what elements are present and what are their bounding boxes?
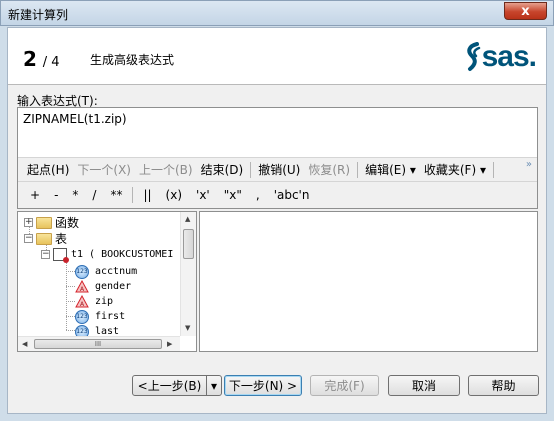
toolbar-separator <box>492 161 494 178</box>
window-title: 新建计算列 <box>8 8 69 22</box>
navigation-toolbar: 起点(H) 下一个(X) 上一个(B) 结束(D) 撤销(U) 恢复(R) 编辑… <box>18 157 537 181</box>
close-button[interactable]: x <box>504 2 547 20</box>
tree-node-table-t1[interactable]: − t1 ( BOOKCUSTOMEI <box>41 247 174 263</box>
edit-menu[interactable]: 编辑(E) ▾ <box>361 161 420 178</box>
tree-connector <box>66 271 75 272</box>
character-column-icon: A <box>75 295 89 308</box>
previous-button[interactable]: 上一个(B) <box>135 161 197 178</box>
favorites-menu[interactable]: 收藏夹(F) ▾ <box>420 161 490 178</box>
tree-connector <box>66 316 75 317</box>
total-steps: / 4 <box>42 55 60 70</box>
column-name: gender <box>95 281 132 292</box>
step-title: 生成高级表达式 <box>90 53 175 67</box>
numeric-column-icon: 123 <box>75 264 89 279</box>
vertical-scrollbar[interactable]: ▲ ▼ <box>180 212 196 336</box>
tree-connector <box>66 258 67 330</box>
back-button[interactable]: <上一步(B) <box>132 375 207 396</box>
collapse-icon[interactable]: − <box>41 250 50 259</box>
column-name: acctnum <box>95 266 138 277</box>
operator-minus-button[interactable]: - <box>47 188 65 202</box>
toolbar-separator <box>250 161 252 178</box>
dialog-client-area: 2 / 4 生成高级表达式 sas. 输入表达式(T): ZIPNAMEL(t1… <box>7 27 547 414</box>
operator-divide-button[interactable]: / <box>85 188 103 202</box>
folder-icon <box>36 216 52 229</box>
collapse-icon[interactable]: − <box>24 234 33 243</box>
help-button[interactable]: 帮助 <box>468 375 539 396</box>
title-bar: 新建计算列 x <box>0 0 554 26</box>
scroll-up-icon[interactable]: ▲ <box>185 215 190 223</box>
numeric-column-icon: 123 <box>75 309 89 324</box>
sas-logo-text: sas. <box>481 40 537 73</box>
table-icon <box>53 248 69 263</box>
tree-pane[interactable]: + 函数 − 表 − t1 ( BOOKCUSTOMEI 123 acctnum… <box>17 211 197 352</box>
cancel-button[interactable]: 取消 <box>388 375 460 396</box>
redo-button[interactable]: 恢复(R) <box>304 161 354 178</box>
sas-swoosh-icon <box>466 42 480 71</box>
current-step: 2 <box>23 47 37 71</box>
scroll-down-icon[interactable]: ▼ <box>185 324 190 332</box>
tree-node-tables[interactable]: − 表 <box>24 231 67 246</box>
overflow-chevron-icon[interactable]: » <box>526 159 532 170</box>
operator-single-quote-button[interactable]: 'x' <box>189 188 217 202</box>
toolbar-separator <box>357 161 359 178</box>
horizontal-scroll-thumb[interactable]: III <box>34 339 162 349</box>
column-name: first <box>95 311 126 322</box>
tree-node-column[interactable]: A gender <box>75 279 131 294</box>
horizontal-scrollbar[interactable]: ◀ III ▶ <box>18 336 180 351</box>
finish-button[interactable]: 完成(F) <box>310 375 379 396</box>
next-button[interactable]: 下一个(X) <box>73 161 135 178</box>
operator-concat-button[interactable]: || <box>136 188 158 202</box>
operator-comma-button[interactable]: , <box>249 188 267 202</box>
wizard-header: 2 / 4 生成高级表达式 sas. <box>8 28 546 85</box>
start-button[interactable]: 起点(H) <box>23 161 73 178</box>
close-icon: x <box>521 3 530 19</box>
expand-icon[interactable]: + <box>24 218 33 227</box>
tree-node-label: 函数 <box>55 216 80 230</box>
end-button[interactable]: 结束(D) <box>197 161 248 178</box>
tree-node-label: 表 <box>55 232 68 246</box>
character-column-icon: A <box>75 280 89 293</box>
operator-parens-button[interactable]: (x) <box>159 188 189 202</box>
folder-open-icon <box>36 232 52 245</box>
toolbar-separator <box>132 187 134 203</box>
column-name: zip <box>95 296 114 307</box>
tree-node-label: t1 ( BOOKCUSTOMEI <box>71 249 174 260</box>
next-step-button[interactable]: 下一步(N) > <box>224 375 302 396</box>
sas-logo: sas. <box>465 40 537 74</box>
undo-button[interactable]: 撤销(U) <box>254 161 304 178</box>
tree-node-column[interactable]: 123 first <box>75 309 125 324</box>
vertical-scroll-thumb[interactable] <box>183 229 194 259</box>
operator-multiply-button[interactable]: * <box>65 188 85 202</box>
tree-connector <box>66 301 75 302</box>
details-pane[interactable] <box>199 211 538 352</box>
tree-connector <box>66 330 75 331</box>
chevron-down-icon: ▾ <box>210 378 218 393</box>
scroll-left-icon[interactable]: ◀ <box>22 340 27 348</box>
back-dropdown-button[interactable]: ▾ <box>206 375 222 396</box>
expression-text[interactable]: ZIPNAMEL(t1.zip) <box>23 112 127 126</box>
tree-node-column[interactable]: 123 acctnum <box>75 264 137 279</box>
operator-power-button[interactable]: ** <box>103 188 129 202</box>
operator-toolbar: + - * / ** || (x) 'x' "x" , 'abc'n <box>18 181 537 208</box>
step-indicator: 2 / 4 <box>23 47 60 71</box>
expression-editor[interactable]: ZIPNAMEL(t1.zip) 起点(H) 下一个(X) 上一个(B) 结束(… <box>17 107 538 209</box>
tree-connector <box>66 286 75 287</box>
operator-double-quote-button[interactable]: "x" <box>217 188 249 202</box>
tree-node-functions[interactable]: + 函数 <box>24 215 79 230</box>
operator-name-literal-button[interactable]: 'abc'n <box>267 188 317 202</box>
scroll-right-icon[interactable]: ▶ <box>167 340 172 348</box>
operator-plus-button[interactable]: + <box>23 188 47 202</box>
tree-node-column[interactable]: A zip <box>75 294 113 309</box>
